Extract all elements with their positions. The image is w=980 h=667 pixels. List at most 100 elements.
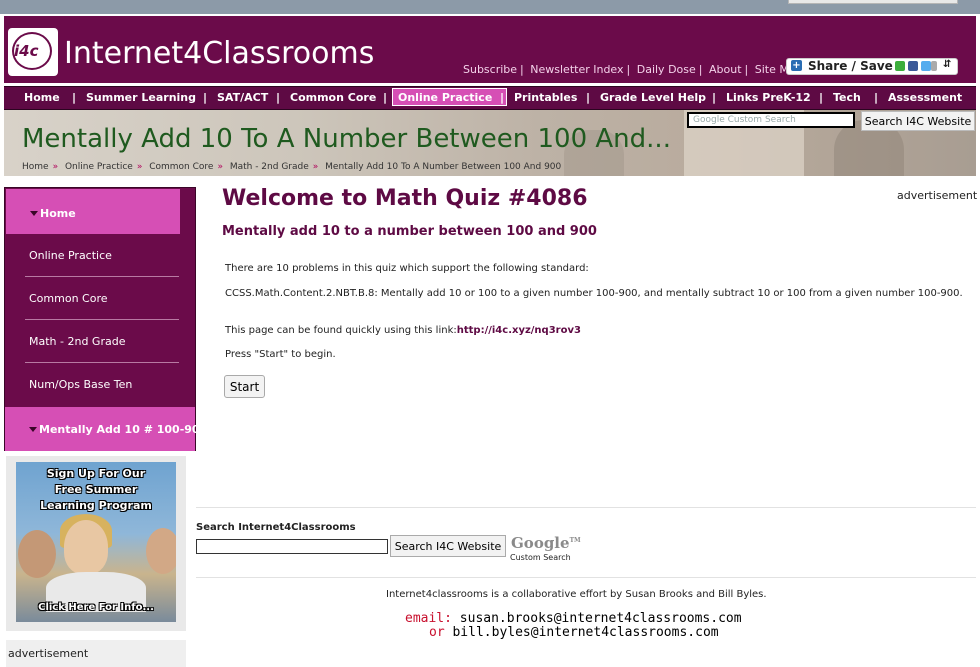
nav-summer-learning[interactable]: Summer Learning	[86, 91, 196, 104]
sidebar-item-label: Math - 2nd Grade	[29, 335, 126, 348]
sidebar-item-label: Home	[30, 207, 76, 220]
nav-grade-level-help[interactable]: Grade Level Help	[600, 91, 706, 104]
top-link-separator: |	[520, 63, 524, 76]
quiz-short-link[interactable]: http://i4c.xyz/nq3rov3	[457, 325, 581, 336]
nav-links-prek-12[interactable]: Links PreK-12	[726, 91, 811, 104]
nav-separator: |	[500, 91, 505, 104]
breadcrumb-separator: »	[312, 162, 319, 172]
share-save-button[interactable]: + Share / Save ⇵	[786, 58, 958, 75]
email-link-bill[interactable]: bill.byles@internet4classrooms.com	[452, 625, 718, 640]
nav-separator: |	[712, 91, 717, 104]
breadcrumb-home[interactable]: Home	[22, 162, 49, 172]
divider	[196, 507, 976, 508]
breadcrumb-separator: »	[217, 162, 223, 172]
page-title: Mentally Add 10 To A Number Between 100 …	[22, 124, 671, 154]
promo-headline: Sign Up For Our Free Summer Learning Progr…	[40, 467, 152, 512]
promo-photo-figure	[64, 520, 108, 574]
sidebar-item-online-practice[interactable]: Online Practice	[5, 234, 195, 277]
nav-separator: |	[874, 91, 879, 104]
advertisement-label-right: advertisement	[897, 189, 978, 202]
top-link-subscribe[interactable]: Subscribe	[463, 63, 517, 76]
logo-text: i4c	[14, 42, 39, 60]
sidebar: Home Online Practice Common Core Math - …	[4, 187, 207, 451]
site-name[interactable]: Internet4Classrooms	[64, 36, 374, 71]
quiz-problem-count: There are 10 problems in this quiz which…	[225, 263, 589, 274]
nav-separator: |	[586, 91, 591, 104]
nav-common-core[interactable]: Common Core	[290, 91, 376, 104]
footer-credit: Internet4classrooms is a collaborative e…	[386, 589, 767, 600]
promo-photo-figure	[18, 530, 56, 578]
nav-assessment[interactable]: Assessment	[888, 91, 962, 104]
nav-tech[interactable]: Tech	[833, 91, 861, 104]
sidebar-item-math-2nd-grade[interactable]: Math - 2nd Grade	[5, 320, 195, 363]
chevron-down-icon	[29, 427, 37, 432]
breadcrumb-math-2nd-grade[interactable]: Math - 2nd Grade	[230, 162, 309, 172]
breadcrumb: Home» Online Practice» Common Core» Math…	[22, 162, 561, 172]
divider	[196, 577, 976, 578]
banner-search-button[interactable]: Search I4C Website	[861, 111, 975, 131]
nav-home[interactable]: Home	[24, 91, 60, 104]
quiz-instructions: Press "Start" to begin.	[225, 349, 336, 360]
bottom-search-title: Search Internet4Classrooms	[196, 522, 356, 533]
email-share-icon	[895, 61, 905, 71]
summer-learning-promo[interactable]: Sign Up For Our Free Summer Learning Progr…	[16, 462, 176, 622]
browser-top-strip	[0, 0, 980, 14]
breadcrumb-separator: »	[136, 162, 143, 172]
footer-email-1: email: susan.brooks@internet4classrooms.…	[405, 611, 742, 626]
page-banner: Mentally Add 10 To A Number Between 100 …	[4, 110, 976, 176]
twitter-icon	[921, 61, 931, 71]
more-share-icon	[931, 61, 937, 71]
advertisement-label-left: advertisement	[6, 640, 186, 667]
facebook-icon	[908, 61, 918, 71]
banner-search-input[interactable]: Google Custom Search	[687, 112, 855, 128]
google-custom-search-caption: Custom Search	[510, 553, 571, 562]
top-link-daily-dose[interactable]: Daily Dose	[637, 63, 696, 76]
start-button[interactable]: Start	[224, 375, 265, 398]
breadcrumb-common-core[interactable]: Common Core	[149, 162, 213, 172]
sidebar-item-label: Common Core	[29, 292, 108, 305]
promo-cta[interactable]: Click Here For Info...	[16, 602, 176, 613]
quiz-standard: CCSS.Math.Content.2.NBT.B.8: Mentally ad…	[225, 288, 963, 299]
top-link-about[interactable]: About	[709, 63, 742, 76]
nav-online-practice[interactable]: Online Practice	[398, 91, 492, 104]
nav-separator: |	[819, 91, 824, 104]
bottom-search-button[interactable]: Search I4C Website	[390, 535, 506, 557]
nav-separator: |	[383, 91, 388, 104]
plus-icon: +	[791, 60, 802, 71]
chevron-updown-icon: ⇵	[943, 59, 952, 70]
nav-sat-act[interactable]: SAT/ACT	[217, 91, 268, 104]
top-link-separator: |	[626, 63, 631, 76]
site-header: i4c Internet4Classrooms Subscribe | Newsl…	[4, 16, 976, 83]
top-link-newsletter-index[interactable]: Newsletter Index	[530, 63, 623, 76]
footer-email-2: or bill.byles@internet4classrooms.com	[429, 625, 719, 640]
nav-separator: |	[203, 91, 208, 104]
breadcrumb-online-practice[interactable]: Online Practice	[65, 162, 133, 172]
google-logo: GoogleTM	[511, 534, 581, 552]
top-link-separator: |	[744, 63, 749, 76]
nav-separator: |	[276, 91, 281, 104]
quiz-subtitle: Mentally add 10 to a number between 100 …	[222, 224, 597, 239]
chevron-down-icon	[30, 211, 38, 216]
share-label: Share / Save	[808, 59, 893, 73]
sidebar-item-common-core[interactable]: Common Core	[5, 277, 195, 320]
nav-separator: |	[72, 91, 77, 104]
quiz-title: Welcome to Math Quiz #4086	[222, 186, 588, 211]
sidebar-item-label: Mentally Add 10 # 100-900	[29, 423, 207, 436]
nav-printables[interactable]: Printables	[514, 91, 577, 104]
sidebar-item-label: Online Practice	[29, 249, 112, 262]
sidebar-item-current[interactable]: Mentally Add 10 # 100-900	[5, 407, 207, 451]
sidebar-item-home[interactable]: Home	[6, 189, 180, 234]
breadcrumb-separator: »	[52, 162, 59, 172]
sidebar-item-num-ops-base-ten[interactable]: Num/Ops Base Ten	[5, 363, 195, 406]
email-label: email:	[405, 611, 452, 626]
promo-photo-figure	[146, 528, 176, 574]
or-label: or	[429, 625, 445, 640]
top-links: Subscribe | Newsletter Index | Daily Dose |…	[463, 63, 803, 76]
bottom-search-input[interactable]	[196, 539, 388, 554]
quiz-short-link-text: This page can be found quickly using thi…	[225, 325, 581, 336]
promo-panel: Sign Up For Our Free Summer Learning Progr…	[6, 456, 186, 631]
email-link-susan[interactable]: susan.brooks@internet4classrooms.com	[460, 611, 742, 626]
breadcrumb-current: Mentally Add 10 To A Number Between 100 …	[325, 162, 562, 172]
site-logo[interactable]: i4c	[8, 28, 58, 76]
top-strip-box	[788, 0, 958, 4]
